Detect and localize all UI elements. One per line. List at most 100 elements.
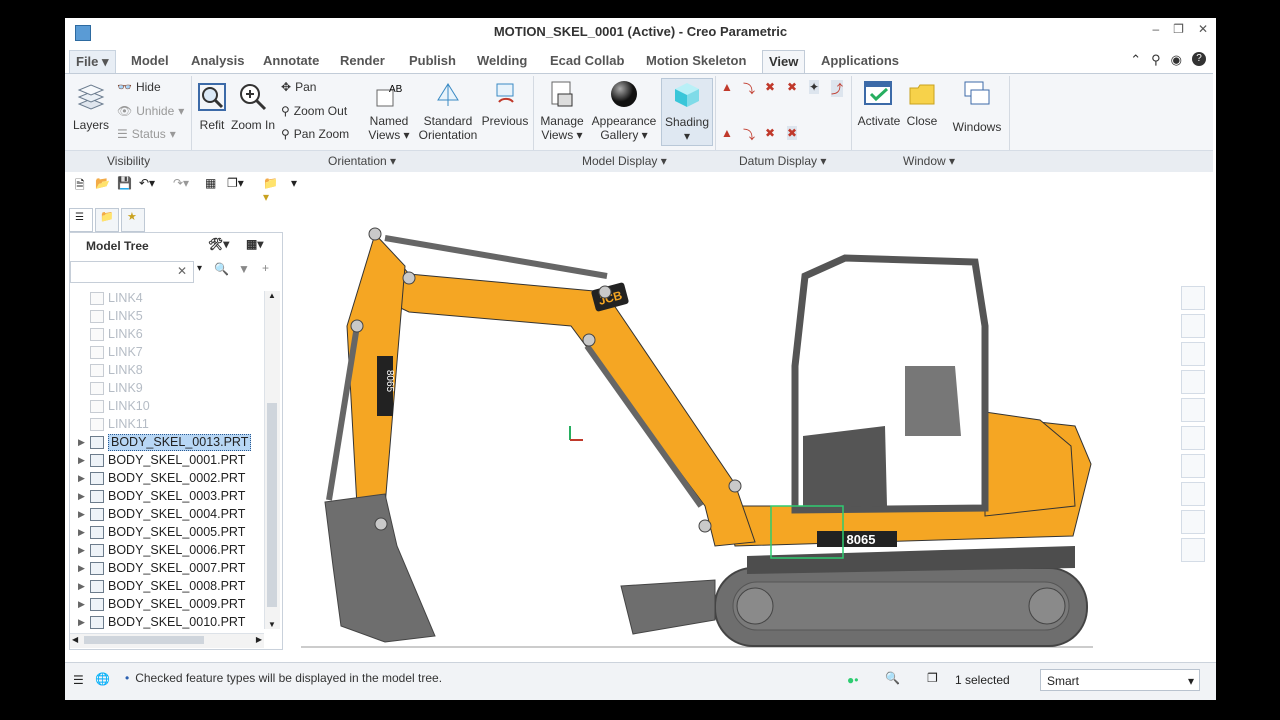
saved-orientations-icon[interactable] (1181, 426, 1205, 450)
tree-item[interactable]: ▶ BODY_SKEL_0009.PRT (70, 595, 264, 613)
search-icon[interactable]: ⚲ (1151, 52, 1161, 68)
tree-item[interactable]: LINK5 (70, 307, 264, 325)
plane-tag-icon[interactable]: ▲ (721, 126, 733, 140)
tab-analysis[interactable]: Analysis (185, 50, 250, 72)
display-style-icon[interactable] (1181, 398, 1205, 422)
graphics-window[interactable]: 8065 JCB 8065 (285, 206, 1175, 666)
tree-item[interactable]: ▶ BODY_SKEL_0003.PRT (70, 487, 264, 505)
scroll-right-icon[interactable]: ▶ (256, 635, 262, 644)
tree-item-selected[interactable]: ▶ BODY_SKEL_0013.PRT (70, 433, 264, 451)
tree-horizontal-scrollbar[interactable]: ◀ ▶ (70, 633, 264, 648)
redo-icon[interactable]: ↷▾ (173, 176, 189, 190)
tab-favorites[interactable]: ★ (121, 208, 145, 232)
tab-applications[interactable]: Applications (815, 50, 905, 72)
tab-welding[interactable]: Welding (471, 50, 533, 72)
repaint-icon[interactable] (1181, 370, 1205, 394)
expand-icon[interactable]: ▶ (78, 559, 85, 577)
axis-display-icon[interactable]: ⤵ (743, 80, 755, 97)
search-options-icon[interactable]: ▾ (197, 263, 202, 274)
new-icon[interactable]: 🗎 (75, 176, 89, 192)
spin-center-icon[interactable]: ✦ (809, 80, 820, 94)
tab-render[interactable]: Render (334, 50, 391, 72)
close-window-button[interactable]: Close (903, 80, 941, 128)
status-button[interactable]: ☰ Status ▾ (117, 127, 176, 141)
scroll-down-icon[interactable]: ▼ (268, 620, 276, 629)
hide-button[interactable]: 👓 Hide (117, 80, 161, 94)
view-manager-icon[interactable] (1181, 454, 1205, 478)
tree-item[interactable]: LINK7 (70, 343, 264, 361)
model-display-group-label[interactable]: Model Display ▾ (582, 154, 667, 168)
tree-item[interactable]: LINK4 (70, 291, 264, 307)
save-icon[interactable]: 💾 (117, 176, 132, 190)
manage-views-button[interactable]: Manage Views ▾ (537, 80, 587, 142)
open-icon[interactable]: 📂 (95, 176, 110, 190)
tree-vertical-scrollbar[interactable]: ▲ ▼ (264, 291, 280, 629)
shading-button[interactable]: Shading ▾ (661, 78, 713, 146)
tree-item[interactable]: ▶ BODY_SKEL_0007.PRT (70, 559, 264, 577)
point-display-icon[interactable]: ✖ (765, 80, 775, 94)
refit-button[interactable]: Refit (195, 82, 229, 132)
tab-view[interactable]: View (762, 50, 806, 74)
tab-file[interactable]: File ▾ (69, 50, 116, 73)
find-icon[interactable]: 🔍 (885, 671, 900, 685)
undo-icon[interactable]: ↶▾ (139, 176, 155, 190)
add-icon[interactable]: + (262, 261, 269, 275)
tree-item[interactable]: ▶ BODY_SKEL_0008.PRT (70, 577, 264, 595)
expand-icon[interactable]: ▶ (78, 487, 85, 505)
orientation-group-label[interactable]: Orientation ▾ (328, 154, 396, 168)
datum-display-group-label[interactable]: Datum Display ▾ (739, 154, 826, 168)
filter-icon[interactable]: ▼ (238, 262, 250, 276)
tab-motion-skeleton[interactable]: Motion Skeleton (640, 50, 752, 72)
restore-icon[interactable]: ❐ (1173, 22, 1184, 36)
previous-button[interactable]: Previous (481, 80, 529, 128)
help-icon[interactable]: ? (1192, 52, 1206, 66)
tree-item[interactable]: LINK11 (70, 415, 264, 433)
zoom-out-button[interactable]: ⚲ Zoom Out (281, 104, 347, 118)
tree-columns-icon[interactable]: ▦▾ (246, 237, 263, 251)
skeleton-display-icon[interactable]: ⤴ (831, 80, 844, 97)
zoom-in-button[interactable]: Zoom In (231, 82, 275, 132)
activate-button[interactable]: Activate (857, 80, 901, 128)
expand-icon[interactable]: ▶ (78, 505, 85, 523)
windows-button[interactable]: Windows (949, 80, 1005, 134)
community-icon[interactable]: ◉ (1171, 52, 1182, 68)
expand-icon[interactable]: ▶ (78, 577, 85, 595)
selection-buffer-icon[interactable]: ❐ (927, 671, 938, 685)
scroll-up-icon[interactable]: ▲ (268, 291, 276, 300)
close-icon[interactable]: ✕ (1198, 22, 1208, 36)
browser-toggle-icon[interactable]: 🌐 (95, 672, 110, 686)
tree-item[interactable]: ▶ BODY_SKEL_0004.PRT (70, 505, 264, 523)
expand-icon[interactable]: ▶ (78, 469, 85, 487)
hscroll-thumb[interactable] (84, 636, 204, 644)
find-icon[interactable]: 🔍 (214, 262, 229, 276)
point-tag-icon[interactable]: ✖ (765, 126, 775, 140)
regenerate-icon[interactable]: ▦ (205, 176, 219, 190)
refit-icon[interactable] (1181, 286, 1205, 310)
tab-model-tree[interactable]: ☰ (69, 208, 93, 232)
tree-item[interactable]: ▶ BODY_SKEL_0006.PRT (70, 541, 264, 559)
csys-tag-icon[interactable]: ✖ (787, 126, 798, 140)
collapse-ribbon-icon[interactable]: ⌃ (1130, 52, 1141, 68)
appearance-gallery-button[interactable]: Appearance Gallery ▾ (591, 80, 657, 142)
zoom-out-icon[interactable] (1181, 342, 1205, 366)
customize-qat-icon[interactable]: ▾ (291, 176, 305, 190)
tree-item[interactable]: LINK10 (70, 397, 264, 415)
datum-display-filters-icon[interactable] (1181, 482, 1205, 506)
layers-button[interactable]: Layers (71, 82, 111, 132)
named-views-button[interactable]: AB Named Views ▾ (365, 80, 413, 142)
zoom-in-icon[interactable] (1181, 314, 1205, 338)
tree-item[interactable]: ▶ BODY_SKEL_0002.PRT (70, 469, 264, 487)
axis-tag-icon[interactable]: ⤵ (743, 126, 755, 143)
tree-search-input[interactable]: ✕ (70, 261, 194, 283)
pan-button[interactable]: ✥ Pan (281, 80, 316, 94)
tree-item[interactable]: ▶ BODY_SKEL_0005.PRT (70, 523, 264, 541)
standard-orientation-button[interactable]: Standard Orientation (417, 80, 479, 142)
plane-display-icon[interactable]: ▲ (721, 80, 733, 94)
expand-icon[interactable]: ▶ (78, 595, 85, 613)
window-group-label[interactable]: Window ▾ (903, 154, 955, 168)
close-file-icon[interactable]: 📁▾ (263, 176, 278, 204)
expand-icon[interactable]: ▶ (78, 613, 85, 631)
expand-icon[interactable]: ▶ (78, 451, 85, 469)
tab-folder-browser[interactable]: 📁 (95, 208, 119, 232)
navigator-toggle-icon[interactable]: ☰ (73, 673, 84, 687)
